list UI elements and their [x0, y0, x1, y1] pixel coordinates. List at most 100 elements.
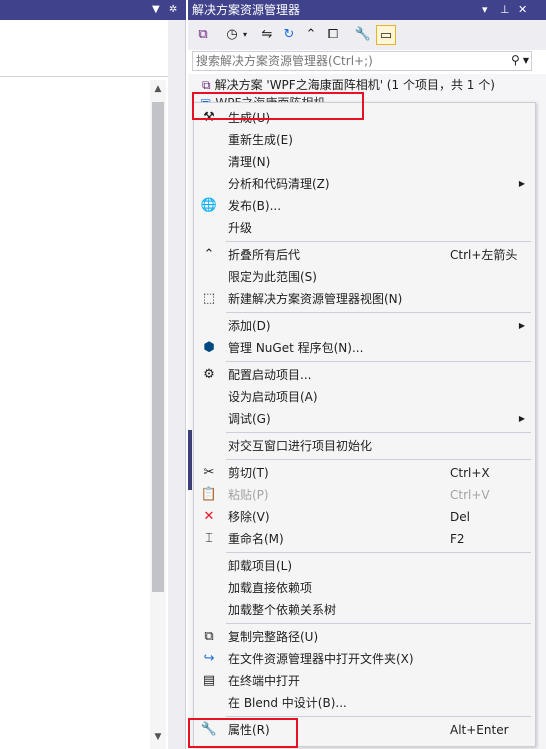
menu-item-load-all[interactable]: 加载整个依赖关系树 [194, 599, 535, 621]
menu-item-label: 属性(R) [228, 723, 270, 737]
search-options-icon[interactable]: ▼ [520, 52, 532, 70]
new-view-icon: ⬚ [202, 291, 216, 306]
history-icon[interactable]: ◷ [224, 25, 240, 45]
menu-item-startup-config[interactable]: ⚙ 配置启动项目... [194, 364, 535, 386]
menu-item-remove[interactable]: ✕ 移除(V) Del [194, 506, 535, 528]
menu-item-shortcut: F2 [450, 532, 465, 546]
nuget-icon: ⬢ [203, 340, 215, 355]
menu-item-nuget[interactable]: ⬢ 管理 NuGet 程序包(N)... [194, 337, 535, 359]
menu-item-interactive[interactable]: 对交互窗口进行项目初始化 [194, 435, 535, 457]
menu-item-rebuild[interactable]: 重新生成(E) [194, 129, 535, 151]
menu-item-load-direct[interactable]: 加载直接依赖项 [194, 577, 535, 599]
menu-item-label: 重新生成(E) [228, 133, 293, 147]
search-input[interactable] [193, 52, 509, 70]
collapse-icon: ⌃ [203, 247, 215, 262]
menu-item-add[interactable]: 添加(D) ▶ [194, 315, 535, 337]
menu-item-scope[interactable]: 限定为此范围(S) [194, 266, 535, 288]
copy-icon: ⧉ [204, 629, 214, 644]
menu-item-set-startup[interactable]: 设为启动项目(A) [194, 386, 535, 408]
terminal-icon: ▤ [202, 673, 216, 688]
search-icon[interactable]: ⚲ [511, 53, 520, 67]
menu-item-clean[interactable]: 清理(N) [194, 151, 535, 173]
menu-separator [226, 361, 531, 362]
pin-icon[interactable]: ⊥ [500, 2, 510, 18]
sync-icon[interactable]: ⇋ [258, 25, 276, 45]
menu-item-label: 升级 [228, 221, 253, 235]
menu-item-label: 移除(V) [228, 510, 270, 524]
menu-separator [226, 623, 531, 624]
menu-separator [226, 312, 531, 313]
close-icon[interactable]: ✕ [518, 2, 527, 18]
submenu-arrow-icon: ▶ [518, 179, 525, 188]
menu-separator [226, 459, 531, 460]
menu-item-label: 剪切(T) [228, 466, 269, 480]
menu-item-label: 配置启动项目... [228, 368, 312, 382]
solution-icon: ⧉ [202, 78, 211, 92]
switch-views-icon[interactable]: ⧉ [194, 25, 212, 45]
menu-item-label: 设为启动项目(A) [228, 390, 318, 404]
menu-item-paste[interactable]: 📋 粘贴(P) Ctrl+V [194, 484, 535, 506]
menu-item-label: 粘贴(P) [228, 488, 269, 502]
menu-item-label: 重命名(M) [228, 532, 284, 546]
close-icon: ✕ [203, 509, 215, 524]
menu-item-label: 发布(B)... [228, 199, 282, 213]
menu-item-publish[interactable]: 🌐 发布(B)... [194, 195, 535, 217]
submenu-arrow-icon: ▶ [518, 321, 525, 330]
menu-item-label: 在终端中打开 [228, 674, 301, 688]
menu-item-label: 限定为此范围(S) [228, 270, 317, 284]
menu-separator [226, 241, 531, 242]
wrench-icon[interactable]: 🔧 [354, 25, 372, 45]
menu-item-upgrade[interactable]: 升级 [194, 217, 535, 239]
menu-item-shortcut: Ctrl+V [450, 488, 490, 502]
menu-item-terminal[interactable]: ▤ 在终端中打开 [194, 670, 535, 692]
gear-icon: ⚙ [203, 367, 215, 382]
wrench-icon: 🔧 [200, 722, 218, 737]
panel-fragment [188, 430, 192, 490]
menu-item-label: 添加(D) [228, 319, 271, 333]
show-all-files-icon[interactable]: ⧠ [324, 25, 342, 45]
search-box[interactable]: ⚲ [192, 51, 532, 71]
scroll-down-icon[interactable]: ▼ [150, 732, 166, 742]
collapse-all-icon[interactable]: ⌃ [302, 25, 320, 45]
globe-icon: 🌐 [200, 198, 218, 213]
context-menu: ⚒ 生成(U) 重新生成(E) 清理(N) 分析和代码清理(Z) ▶ 🌐 发布(B)... 升级… [193, 102, 536, 747]
menu-item-label: 加载整个依赖关系树 [228, 603, 337, 617]
menu-item-label: 复制完整路径(U) [228, 630, 319, 644]
menu-item-copy-path[interactable]: ⧉ 复制完整路径(U) [194, 626, 535, 648]
menu-item-shortcut: Alt+Enter [450, 723, 509, 737]
left-editor-area [0, 20, 168, 749]
dropdown-arrow-icon[interactable]: ▾ [482, 2, 488, 18]
menu-item-label: 卸载项目(L) [228, 559, 293, 573]
menu-item-label: 新建解决方案资源管理器视图(N) [228, 292, 403, 306]
chevron-down-icon[interactable]: ▾ [240, 25, 250, 45]
solution-explorer-title: 解决方案资源管理器 [192, 3, 301, 17]
preview-icon[interactable]: ▭ [376, 25, 396, 45]
menu-item-label: 分析和代码清理(Z) [228, 177, 330, 191]
menu-item-shortcut: Ctrl+X [450, 466, 490, 480]
refresh-arrow-icon: ↪ [203, 651, 215, 666]
scrollbar-thumb[interactable] [152, 102, 164, 592]
scroll-up-icon[interactable]: ▲ [150, 84, 166, 94]
dropdown-arrow-icon[interactable]: ▼ [152, 3, 160, 17]
menu-item-analyze[interactable]: 分析和代码清理(Z) ▶ [194, 173, 535, 195]
menu-item-open-folder[interactable]: ↪ 在文件资源管理器中打开文件夹(X) [194, 648, 535, 670]
menu-separator [226, 716, 531, 717]
menu-item-debug[interactable]: 调试(G) ▶ [194, 408, 535, 430]
menu-item-properties[interactable]: 🔧 属性(R) Alt+Enter [194, 719, 535, 741]
menu-item-unload[interactable]: 卸载项目(L) [194, 555, 535, 577]
menu-item-blend[interactable]: 在 Blend 中设计(B)... [194, 692, 535, 714]
gear-icon[interactable]: ✲ [169, 3, 177, 17]
refresh-icon[interactable]: ↻ [280, 25, 298, 45]
menu-item-rename[interactable]: ⌶ 重命名(M) F2 [194, 528, 535, 550]
menu-item-cut[interactable]: ✂ 剪切(T) Ctrl+X [194, 462, 535, 484]
build-icon: ⚒ [203, 110, 215, 125]
vertical-scrollbar[interactable]: ▲ ▼ [150, 80, 166, 749]
menu-item-newview[interactable]: ⬚ 新建解决方案资源管理器视图(N) [194, 288, 535, 310]
submenu-arrow-icon: ▶ [518, 414, 525, 423]
tree-item-solution[interactable]: ⧉ 解决方案 'WPF之海康面阵相机' (1 个项目，共 1 个) [202, 76, 495, 94]
menu-item-build[interactable]: ⚒ 生成(U) [194, 107, 535, 129]
paste-icon: 📋 [200, 487, 218, 502]
menu-item-collapse[interactable]: ⌃ 折叠所有后代 Ctrl+左箭头 [194, 244, 535, 266]
menu-item-label: 清理(N) [228, 155, 271, 169]
divider [0, 76, 168, 77]
